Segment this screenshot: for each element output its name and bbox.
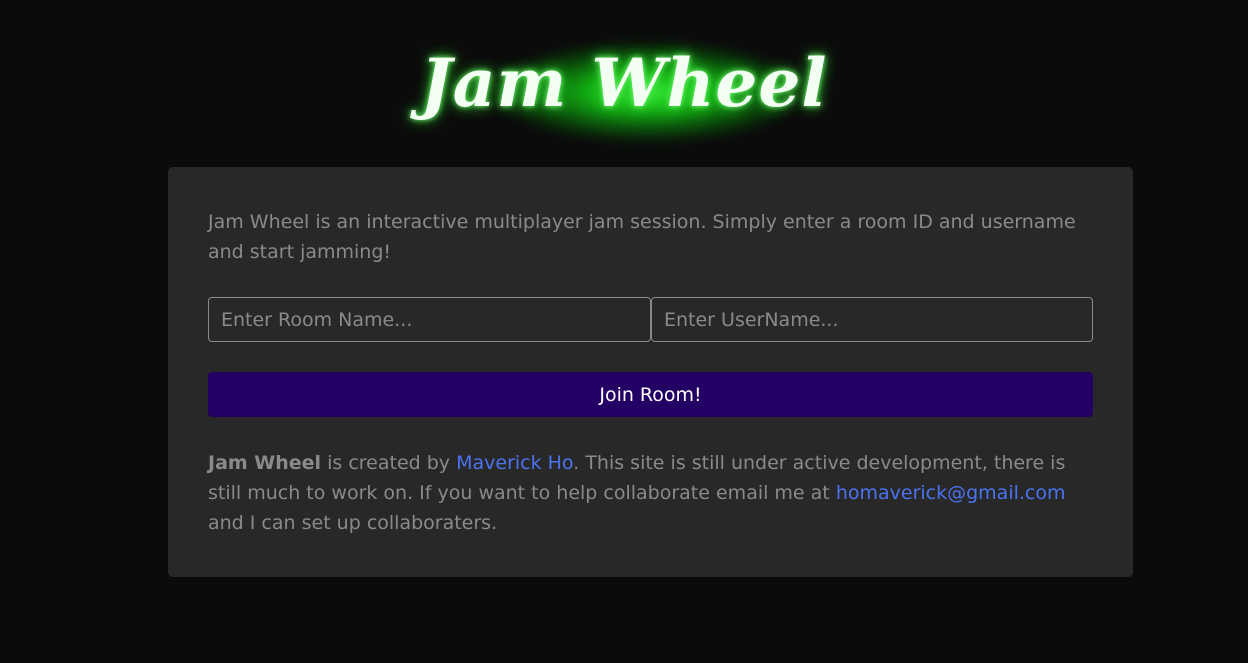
author-link[interactable]: Maverick Ho [456,452,573,474]
join-card: Jam Wheel is an interactive multiplayer … [168,167,1133,577]
room-name-input[interactable] [208,297,651,342]
footer-text: Jam Wheel is created by Maverick Ho. Thi… [208,448,1093,538]
title-area: Jam Wheel [0,0,1248,160]
footer-text-3: and I can set up collaboraters. [208,512,498,534]
username-input[interactable] [651,297,1093,342]
join-room-button[interactable]: Join Room! [208,372,1093,417]
page-title: Jam Wheel [420,44,828,122]
footer-text-1: is created by [321,452,457,474]
footer-brand: Jam Wheel [208,452,322,474]
intro-text: Jam Wheel is an interactive multiplayer … [208,211,1076,263]
email-link[interactable]: homaverick@gmail.com [836,482,1066,504]
